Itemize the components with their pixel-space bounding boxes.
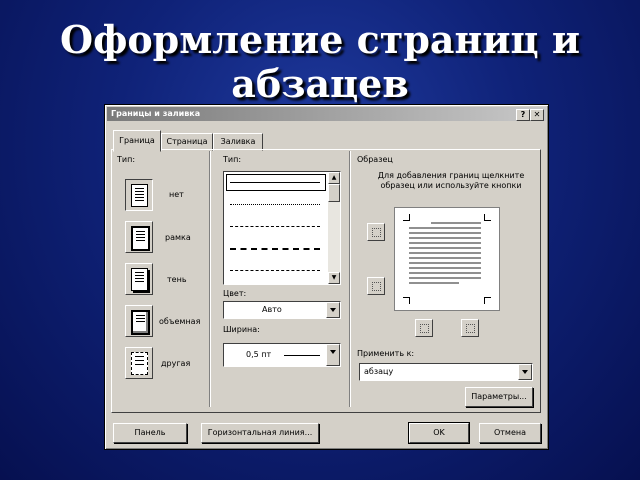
corner-mark	[484, 297, 491, 304]
chevron-down-icon[interactable]	[518, 364, 532, 380]
line-style-list[interactable]: ▲ ▼	[223, 171, 341, 285]
border-type-custom-button[interactable]	[125, 347, 153, 379]
slide-title: Оформление страниц и абзацев	[59, 17, 581, 106]
border-type-3d-button[interactable]	[125, 305, 153, 337]
3d-border-icon	[131, 310, 150, 335]
line-style-scrollbar[interactable]: ▲ ▼	[328, 172, 340, 284]
color-label: Цвет:	[223, 289, 247, 298]
border-type-box-label: рамка	[165, 233, 191, 242]
box-border-icon	[131, 226, 150, 251]
apply-to-value: абзацу	[364, 367, 394, 376]
width-select-value: 0,5 пт	[246, 350, 272, 359]
border-type-none-button[interactable]	[125, 179, 153, 211]
left-border-button[interactable]	[415, 319, 433, 337]
bottom-border-button[interactable]	[367, 277, 385, 295]
line-style-dotted[interactable]	[230, 204, 320, 205]
corner-mark	[403, 214, 410, 221]
separator-right	[349, 151, 351, 407]
options-button[interactable]: Параметры...	[465, 387, 533, 407]
border-type-none-label: нет	[169, 190, 184, 199]
tab-border[interactable]: Граница	[113, 130, 161, 152]
help-button[interactable]: ?	[516, 109, 530, 121]
line-style-dashed-fine[interactable]	[230, 226, 320, 227]
apply-to-select[interactable]: абзацу	[359, 363, 533, 381]
line-type-label: Тип:	[223, 155, 242, 164]
close-button[interactable]: ✕	[530, 109, 544, 121]
scroll-up-icon[interactable]: ▲	[328, 172, 340, 184]
preview-hint: Для добавления границ щелкните образец и…	[377, 171, 525, 190]
border-preview[interactable]	[394, 207, 500, 311]
panel-button[interactable]: Панель	[113, 423, 187, 443]
color-select[interactable]: Авто	[223, 301, 341, 319]
type-section-label: Тип:	[117, 155, 136, 164]
corner-mark	[403, 297, 410, 304]
border-type-box-button[interactable]	[125, 221, 153, 253]
cancel-button[interactable]: Отмена	[479, 423, 541, 443]
color-select-value: Авто	[262, 305, 282, 314]
width-label: Ширина:	[223, 325, 260, 334]
dialog-title: Границы и заливка	[111, 109, 201, 118]
corner-mark	[484, 214, 491, 221]
horizontal-line-button[interactable]: Горизонтальная линия...	[201, 423, 319, 443]
chevron-down-icon[interactable]	[326, 302, 340, 318]
dialog-titlebar: Границы и заливка ? ✕	[107, 107, 546, 121]
borders-and-shading-dialog: Границы и заливка ? ✕ Граница Страница З…	[104, 104, 549, 450]
preview-label: Образец	[357, 155, 393, 164]
scroll-thumb[interactable]	[328, 184, 340, 202]
line-style-solid[interactable]	[230, 182, 320, 183]
right-border-button[interactable]	[461, 319, 479, 337]
border-type-3d-label: объемная	[159, 317, 201, 326]
chevron-down-icon[interactable]	[326, 344, 340, 366]
custom-border-icon	[131, 352, 148, 375]
apply-to-label: Применить к:	[357, 349, 415, 358]
top-border-button[interactable]	[367, 223, 385, 241]
border-type-shadow-button[interactable]	[125, 263, 153, 295]
line-style-dashed[interactable]	[230, 248, 320, 250]
ok-button[interactable]: OK	[408, 422, 470, 444]
width-line-sample	[284, 355, 320, 356]
width-select[interactable]: 0,5 пт	[223, 343, 341, 367]
border-type-shadow-label: тень	[167, 275, 187, 284]
line-style-dash-dot[interactable]	[230, 270, 320, 271]
shadow-border-icon	[131, 268, 148, 291]
scroll-down-icon[interactable]: ▼	[328, 272, 340, 284]
separator-left	[209, 151, 211, 407]
border-type-custom-label: другая	[161, 359, 191, 368]
no-border-icon	[131, 184, 148, 207]
